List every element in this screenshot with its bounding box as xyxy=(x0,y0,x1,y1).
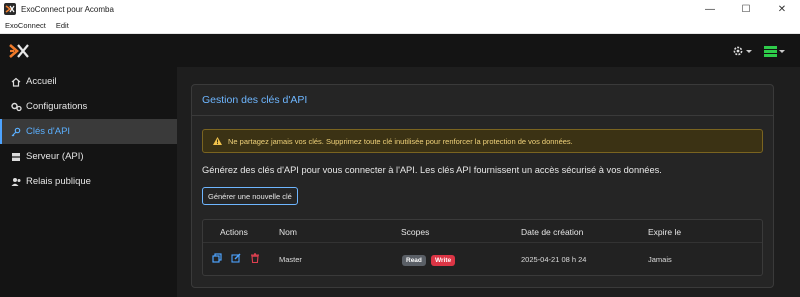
scope-badge-write: Write xyxy=(431,255,456,266)
column-header-expires: Expire le xyxy=(648,227,682,237)
copy-icon[interactable] xyxy=(211,252,223,264)
generate-key-button[interactable]: Générer une nouvelle clé xyxy=(202,187,298,205)
sidebar-item-api-keys[interactable]: Clés d'API xyxy=(0,119,177,144)
sidebar-item-label: Serveur (API) xyxy=(26,151,84,162)
minimize-button[interactable]: — xyxy=(692,0,728,18)
table-header-divider xyxy=(203,242,762,243)
card-title: Gestion des clés d'API xyxy=(202,94,308,106)
window-titlebar: ExoConnect pour Acomba — ☐ ✕ xyxy=(0,0,800,18)
menu-edit[interactable]: Edit xyxy=(51,21,74,30)
exoconnect-logo-icon xyxy=(9,44,29,58)
close-button[interactable]: ✕ xyxy=(764,0,800,18)
chevron-down-icon xyxy=(779,49,785,53)
app-logo-icon xyxy=(4,3,16,15)
edit-icon[interactable] xyxy=(230,252,242,264)
column-header-actions: Actions xyxy=(220,227,248,237)
expiry-date: Jamais xyxy=(648,255,672,264)
home-icon xyxy=(10,76,22,88)
window-controls: — ☐ ✕ xyxy=(692,0,800,18)
scope-badge-read: Read xyxy=(402,255,426,266)
key-name: Master xyxy=(279,255,302,264)
chevron-down-icon xyxy=(746,49,752,53)
warning-alert: Ne partagez jamais vos clés. Supprimez t… xyxy=(202,129,763,153)
sidebar-item-configurations[interactable]: Configurations xyxy=(0,94,177,119)
gear-icon xyxy=(733,46,743,56)
created-date: 2025-04-21 08 h 24 xyxy=(521,255,587,264)
settings-menu-button[interactable] xyxy=(732,44,752,58)
window-title: ExoConnect pour Acomba xyxy=(21,4,114,14)
users-icon xyxy=(10,176,22,188)
server-status-icon xyxy=(764,45,777,57)
delete-icon[interactable] xyxy=(249,252,261,264)
alert-text: Ne partagez jamais vos clés. Supprimez t… xyxy=(228,136,573,146)
gears-icon xyxy=(10,101,22,113)
main-content: Gestion des clés d'API Ne partagez jamai… xyxy=(177,67,800,297)
sidebar-item-label: Accueil xyxy=(26,76,57,87)
column-header-scopes: Scopes xyxy=(401,227,430,237)
menu-bar: ExoConnect Edit xyxy=(0,18,800,34)
sidebar-item-label: Configurations xyxy=(26,101,88,112)
description-text: Générez des clés d'API pour vous connect… xyxy=(202,165,662,175)
api-keys-table: Actions Nom Scopes Date de création Expi… xyxy=(202,219,763,276)
sidebar-item-relais[interactable]: Relais publique xyxy=(0,169,177,194)
maximize-button[interactable]: ☐ xyxy=(728,0,764,18)
menu-exoconnect[interactable]: ExoConnect xyxy=(0,21,51,30)
sidebar-item-accueil[interactable]: Accueil xyxy=(0,69,177,94)
sidebar-item-server[interactable]: Serveur (API) xyxy=(0,144,177,169)
key-icon xyxy=(10,126,22,138)
column-header-created: Date de création xyxy=(521,227,584,237)
app-header xyxy=(0,34,800,67)
card-divider xyxy=(192,115,773,116)
sidebar-item-label: Relais publique xyxy=(26,176,91,187)
api-keys-card: Gestion des clés d'API Ne partagez jamai… xyxy=(191,84,774,288)
sidebar-item-label: Clés d'API xyxy=(26,126,71,137)
column-header-name: Nom xyxy=(279,227,297,237)
warning-icon xyxy=(213,137,222,145)
server-icon xyxy=(10,151,22,163)
server-status-button[interactable] xyxy=(764,44,785,58)
sidebar: Accueil Configurations Clés d'API Serveu… xyxy=(0,67,177,297)
